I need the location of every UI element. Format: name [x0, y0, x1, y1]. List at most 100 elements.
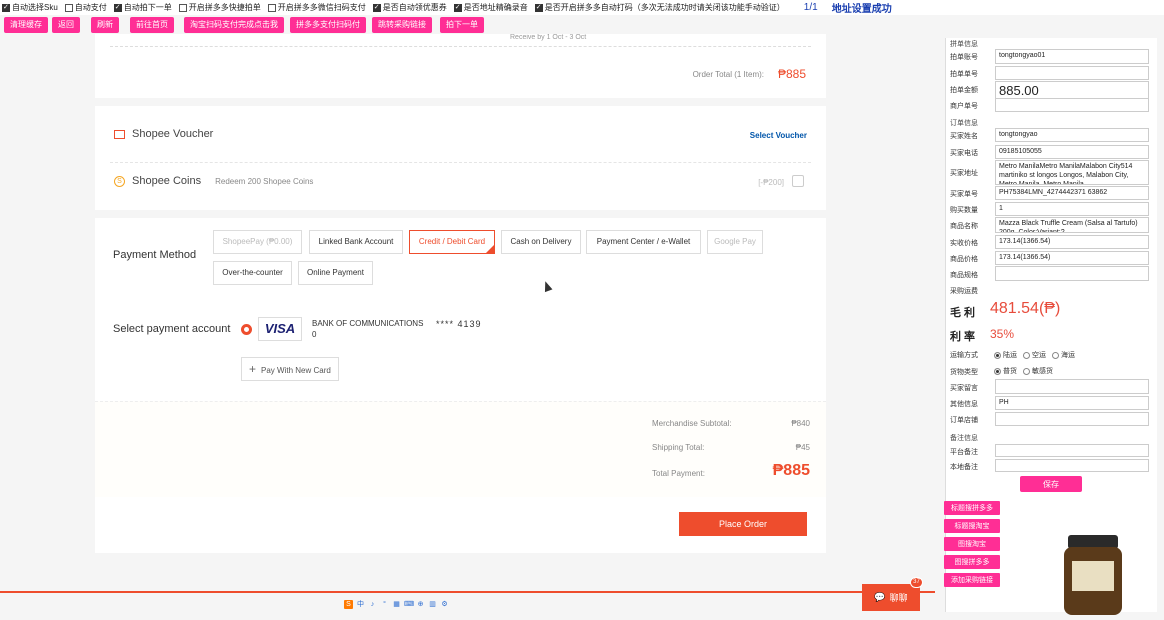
price-label: 商品价格: [950, 256, 978, 263]
coins-label: Shopee Coins: [132, 175, 202, 187]
method-google-pay[interactable]: Google Pay: [707, 230, 763, 254]
shipping-total-label: Shipping Total:: [652, 443, 705, 452]
buyer-msg-field[interactable]: [995, 379, 1149, 394]
ime-settings-icon[interactable]: ⚙: [440, 600, 449, 609]
ime-skin-icon[interactable]: ▥: [428, 600, 437, 609]
search-title-pdd-button[interactable]: 标题搜拼多多: [944, 501, 1000, 515]
ime-punct-icon[interactable]: °: [380, 600, 389, 609]
store-field[interactable]: [995, 412, 1149, 426]
next-order-button[interactable]: 拍下一单: [440, 17, 484, 33]
buyer-msg-label: 买家留言: [950, 385, 978, 392]
group-order-info: 拼单信息: [950, 41, 978, 48]
search-title-taobao-button[interactable]: 标题搜淘宝: [944, 519, 1000, 533]
checkbox-icon[interactable]: [64, 3, 73, 12]
method-credit-card[interactable]: Credit / Debit Card: [409, 230, 495, 254]
address-field[interactable]: Metro ManilaMetro ManilaMalabon City514 …: [995, 160, 1149, 185]
option-auto-next[interactable]: 自动拍下一单: [113, 2, 172, 13]
payment-summary: Merchandise Subtotal: ₱840 Shipping Tota…: [95, 401, 826, 497]
coins-checkbox[interactable]: [792, 175, 804, 187]
ime-logo-icon[interactable]: S: [344, 600, 353, 609]
option-pdd-quick[interactable]: 开启拼多多快捷拍单: [178, 2, 261, 13]
option-auto-sku[interactable]: 自动选择Sku: [2, 2, 58, 13]
select-voucher-link[interactable]: Select Voucher: [750, 131, 807, 140]
cargo-sensitive[interactable]: 敏感货: [1023, 366, 1053, 376]
checkbox-icon[interactable]: [2, 3, 10, 12]
image-search-taobao-button[interactable]: 图搜淘宝: [944, 537, 1000, 551]
method-otc[interactable]: Over-the-counter: [213, 261, 292, 285]
order-no-field[interactable]: [995, 66, 1149, 80]
buyer-name-field[interactable]: tongtongyao: [995, 128, 1149, 142]
option-coupon[interactable]: 是否自动领优惠券: [372, 2, 447, 13]
method-payment-center[interactable]: Payment Center / e-Wallet: [586, 230, 701, 254]
radio-icon: [1023, 351, 1030, 359]
plus-icon: +: [249, 362, 257, 376]
checkbox-icon[interactable]: [267, 3, 276, 12]
method-cod[interactable]: Cash on Delivery: [501, 230, 581, 254]
order-no-label: 拍单单号: [950, 71, 978, 78]
total-payment-value: ₱885: [772, 462, 810, 479]
merchant-no-field[interactable]: [995, 98, 1149, 112]
ime-keyboard-icon[interactable]: ▦: [392, 600, 401, 609]
product-field[interactable]: Mazza Black Truffle Cream (Salsa al Tart…: [995, 217, 1149, 233]
ime-keyboard2-icon[interactable]: ⌨: [404, 600, 414, 609]
bottom-border: [0, 591, 935, 593]
pay-new-card-button[interactable]: + Pay With New Card: [241, 357, 339, 381]
platform-note-field[interactable]: [995, 444, 1149, 457]
method-online[interactable]: Online Payment: [298, 261, 373, 285]
account-radio[interactable]: [241, 324, 252, 335]
back-button[interactable]: 返回: [52, 17, 80, 33]
account-field[interactable]: tongtongyao01: [995, 49, 1149, 64]
address-label: 买家地址: [950, 170, 978, 177]
save-button[interactable]: 保存: [1020, 476, 1082, 492]
order-total-label: Order Total (1 Item):: [692, 70, 764, 79]
other-info-field[interactable]: PH: [995, 396, 1149, 410]
local-note-field[interactable]: [995, 459, 1149, 472]
phone-field[interactable]: 09185105055: [995, 145, 1149, 159]
option-pdd-wechat[interactable]: 开启拼多多微信扫码支付: [267, 2, 366, 13]
amount-label: 拍单金额: [950, 87, 978, 94]
checkbox-icon[interactable]: [113, 3, 122, 12]
checkbox-icon[interactable]: [534, 3, 543, 12]
refresh-button[interactable]: 刷新: [91, 17, 119, 33]
profit-label: 毛 利: [950, 307, 976, 319]
transport-sea[interactable]: 海运: [1052, 350, 1075, 360]
qty-field[interactable]: 1: [995, 202, 1149, 216]
transport-label: 运输方式: [950, 352, 978, 359]
home-button[interactable]: 前往首页: [130, 17, 174, 33]
status-message: 地址设置成功: [831, 4, 892, 15]
option-captcha[interactable]: 是否开启拼多多自动打码（多次无法成功时请关闭该功能手动验证）: [534, 2, 785, 13]
transport-air[interactable]: 空运: [1023, 350, 1046, 360]
price-field[interactable]: 173.14(1366.54): [995, 251, 1149, 265]
divider: [110, 46, 811, 47]
add-purchase-link-button[interactable]: 添加采购链接: [944, 573, 1000, 587]
ime-moon-icon[interactable]: ♪: [368, 600, 377, 609]
method-linked-bank[interactable]: Linked Bank Account: [309, 230, 403, 254]
radio-icon: [994, 367, 1001, 375]
option-auto-pay[interactable]: 自动支付: [64, 2, 107, 13]
pdd-pay-button[interactable]: 拼多多支付扫码付: [290, 17, 366, 33]
place-order-button[interactable]: Place Order: [679, 512, 807, 536]
paid-price-field[interactable]: 173.14(1366.54): [995, 235, 1149, 249]
image-search-pdd-button[interactable]: 图搜拼多多: [944, 555, 1000, 569]
transport-land[interactable]: 陆运: [994, 350, 1017, 360]
taobao-paid-button[interactable]: 淘宝扫码支付完成点击我: [184, 17, 284, 33]
checkbox-icon[interactable]: [372, 3, 381, 12]
cargo-label: 货物类型: [950, 369, 978, 376]
checkbox-icon[interactable]: [453, 3, 462, 12]
coins-redeem-text: Redeem 200 Shopee Coins: [215, 176, 314, 186]
store-label: 订单店铺: [950, 417, 978, 424]
chat-icon: 💬: [874, 592, 886, 602]
option-address[interactable]: 是否地址精确录音: [453, 2, 528, 13]
pager: 1/1: [803, 2, 818, 13]
buyer-no-field[interactable]: PH75384LMN_4274442371 63862: [995, 186, 1149, 200]
ime-chinese-icon[interactable]: 中: [356, 600, 365, 609]
cargo-general[interactable]: 普货: [994, 366, 1017, 376]
amount-field[interactable]: 885.00: [995, 81, 1149, 99]
checkbox-icon[interactable]: [178, 3, 187, 12]
spec-field[interactable]: [995, 266, 1149, 281]
method-shopeepay[interactable]: ShopeePay (₱0.00): [213, 230, 302, 254]
chat-button[interactable]: 💬 聊聊: [862, 584, 920, 611]
ime-user-icon[interactable]: ⊕: [416, 600, 425, 609]
clear-cache-button[interactable]: 清理缓存: [4, 17, 48, 33]
purchase-link-button[interactable]: 跳转采购链接: [372, 17, 432, 33]
